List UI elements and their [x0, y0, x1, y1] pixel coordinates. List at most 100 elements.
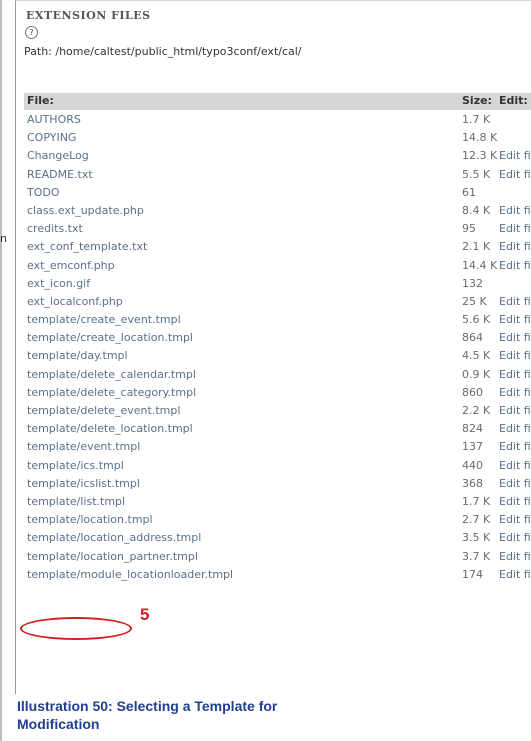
file-link[interactable]: template/list.tmpl	[27, 495, 125, 508]
file-size: 95	[462, 222, 476, 236]
edit-file-link[interactable]: Edit file	[499, 259, 531, 272]
file-link[interactable]: template/day.tmpl	[27, 349, 128, 362]
file-link[interactable]: template/icslist.tmpl	[27, 477, 140, 490]
edit-file-link[interactable]: Edit file	[499, 240, 531, 253]
edit-file-link[interactable]: Edit file	[499, 477, 531, 490]
table-row: ChangeLog 12.3 KEdit file	[24, 147, 531, 165]
edit-file-link[interactable]: Edit file	[499, 368, 531, 381]
file-size: 0.9 K	[462, 367, 491, 381]
table-row: ext_icon.gif 132	[24, 275, 531, 293]
file-link[interactable]: template/module_locationloader.tmpl	[27, 568, 233, 581]
file-size: 25 K	[462, 294, 487, 308]
file-size: 864	[462, 331, 483, 345]
file-link[interactable]: ext_localconf.php	[27, 295, 123, 308]
file-link[interactable]: template/create_event.tmpl	[27, 313, 181, 326]
file-link[interactable]: template/ics.tmpl	[27, 459, 124, 472]
file-link[interactable]: README.txt	[27, 168, 93, 181]
file-size: 2.7 K	[462, 513, 491, 527]
file-size: 4.5 K	[462, 349, 491, 363]
file-link[interactable]: COPYING	[27, 131, 76, 144]
file-size: 174	[462, 567, 483, 581]
help-icon[interactable]: ?	[25, 26, 38, 39]
table-row: template/ics.tmpl 440 Edit file	[24, 457, 531, 475]
panel-title: EXTENSION FILES	[26, 9, 151, 22]
table-row: template/create_location.tmpl 864 Edit fil…	[24, 329, 531, 347]
edit-file-link[interactable]: Edit file	[499, 531, 531, 544]
highlight-ellipse	[20, 617, 132, 640]
file-size: 8.4 K	[462, 203, 491, 217]
file-size: 440	[462, 458, 483, 472]
extension-files-panel: EXTENSION FILES ? Path: /home/caltest/pu…	[15, 0, 531, 694]
file-size: 1.7 K	[462, 494, 491, 508]
table-row: credits.txt 95 Edit file	[24, 220, 531, 238]
file-size: 824	[462, 422, 483, 436]
edit-file-link[interactable]: Edit file	[499, 513, 531, 526]
file-size: 12.3 K	[462, 149, 498, 163]
table-row: template/create_event.tmpl 5.6 K Edit file	[24, 311, 531, 329]
file-link[interactable]: ext_conf_template.txt	[27, 240, 147, 253]
file-size: 61	[462, 185, 476, 199]
file-link[interactable]: template/location.tmpl	[27, 513, 153, 526]
file-link[interactable]: AUTHORS	[27, 113, 81, 126]
file-link[interactable]: template/delete_category.tmpl	[27, 386, 196, 399]
file-size: 132	[462, 276, 483, 290]
table-row: template/location_address.tmpl 3.5 K Edit …	[24, 529, 531, 547]
file-size: 368	[462, 476, 483, 490]
file-size: 3.7 K	[462, 549, 491, 563]
edit-file-link[interactable]: Edit file	[499, 204, 531, 217]
file-size: 5.6 K	[462, 313, 491, 327]
file-link[interactable]: template/location_address.tmpl	[27, 531, 201, 544]
table-row: ext_emconf.php 14.4 KEdit file	[24, 257, 531, 275]
edit-file-link[interactable]: Edit file	[499, 295, 531, 308]
table-row: TODO 61	[24, 184, 531, 202]
file-link[interactable]: template/location_partner.tmpl	[27, 550, 198, 563]
file-link[interactable]: TODO	[27, 186, 60, 199]
edit-file-link[interactable]: Edit file	[499, 404, 531, 417]
file-size: 2.2 K	[462, 404, 491, 417]
edit-file-link[interactable]: Edit file	[499, 149, 531, 162]
edit-file-link[interactable]: Edit file	[499, 495, 531, 508]
edit-file-link[interactable]: Edit file	[499, 550, 531, 563]
file-link[interactable]: template/create_location.tmpl	[27, 331, 193, 344]
edit-file-link[interactable]: Edit file	[499, 349, 531, 362]
edit-file-link[interactable]: Edit file	[499, 386, 531, 399]
header-size: Size:	[462, 94, 492, 107]
table-row: template/delete_event.tmpl 2.2 K Edit file	[24, 402, 531, 420]
edit-file-link[interactable]: Edit file	[499, 331, 531, 344]
edit-file-link[interactable]: Edit file	[499, 168, 531, 181]
file-size: 1.7 K	[462, 113, 491, 126]
edit-file-link[interactable]: Edit file	[499, 422, 531, 435]
file-link[interactable]: template/delete_location.tmpl	[27, 422, 193, 435]
edit-file-link[interactable]: Edit file	[499, 313, 531, 326]
callout-number: 5	[140, 605, 150, 624]
page-edge-divider	[0, 0, 2, 741]
figure-caption: Illustration 50: Selecting a Template fo…	[17, 698, 278, 732]
file-link[interactable]: ext_emconf.php	[27, 259, 115, 272]
edit-file-link[interactable]: Edit file	[499, 568, 531, 581]
table-row: template/icslist.tmpl 368 Edit file	[24, 475, 531, 493]
table-row: README.txt 5.5 K Edit file	[24, 166, 531, 184]
header-file: File:	[27, 94, 54, 107]
file-link[interactable]: ChangeLog	[27, 149, 89, 162]
file-link[interactable]: ext_icon.gif	[27, 277, 90, 290]
file-size: 860	[462, 385, 483, 399]
file-table-header: File: Size: Edit:	[24, 93, 531, 110]
file-link[interactable]: template/event.tmpl	[27, 440, 140, 453]
file-link[interactable]: class.ext_update.php	[27, 204, 144, 217]
header-edit: Edit:	[499, 94, 528, 107]
file-size: 137	[462, 440, 483, 454]
table-row: template/event.tmpl 137 Edit file	[24, 438, 531, 456]
table-row: template/delete_calendar.tmpl 0.9 K Edit f…	[24, 366, 531, 384]
table-row: template/location_partner.tmpl 3.7 K Edit …	[24, 548, 531, 566]
file-size: 5.5 K	[462, 167, 491, 181]
file-link[interactable]: template/delete_calendar.tmpl	[27, 368, 196, 381]
table-row: template/module_locationloader.tmpl 174 Ed…	[24, 566, 531, 584]
edit-file-link[interactable]: Edit file	[499, 440, 531, 453]
file-link[interactable]: credits.txt	[27, 222, 83, 235]
edit-file-link[interactable]: Edit file	[499, 222, 531, 235]
table-row: template/day.tmpl 4.5 K Edit file	[24, 347, 531, 365]
edit-file-link[interactable]: Edit file	[499, 459, 531, 472]
file-size: 3.5 K	[462, 531, 491, 545]
file-link[interactable]: template/delete_event.tmpl	[27, 404, 180, 417]
table-row: AUTHORS 1.7 K	[24, 111, 531, 129]
